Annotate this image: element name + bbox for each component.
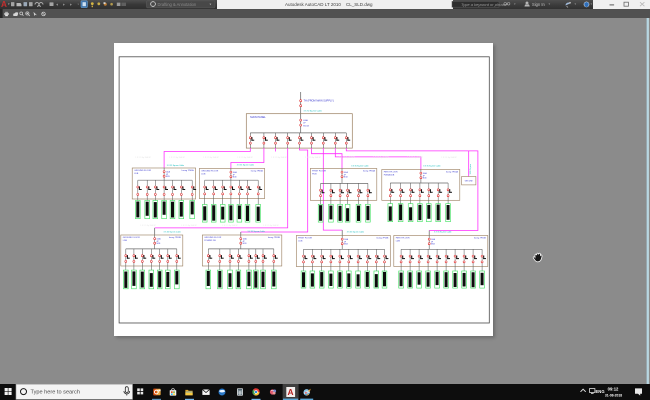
svg-text:POWER DB: POWER DB	[204, 239, 216, 241]
svg-text:LDB: LDB	[122, 239, 127, 241]
svg-text:FIRST FLOOR: FIRST FLOOR	[395, 237, 409, 239]
svg-text:MCB: MCB	[343, 176, 348, 178]
svg-text:1 X 2.5 Sq 20A SP: 1 X 2.5 Sq 20A SP	[407, 155, 423, 158]
svg-text:MCB: MCB	[344, 243, 349, 245]
svg-text:FDB/ACDB: FDB/ACDB	[383, 173, 394, 176]
svg-text:Drafting & Annotation: Drafting & Annotation	[158, 2, 197, 7]
svg-text:A: A	[1, 0, 7, 9]
svg-text:FIRST FLOOR: FIRST FLOOR	[298, 237, 312, 239]
svg-text:1 X 2.5 Sq 20A SP: 1 X 2.5 Sq 20A SP	[263, 223, 279, 226]
svg-text:400A: 400A	[303, 119, 308, 122]
svg-text:LDB: LDB	[298, 240, 303, 242]
svg-text:1 X 2.5 Sq 20A SP: 1 X 2.5 Sq 20A SP	[339, 155, 355, 158]
svg-text:Incmg 7P63B: Incmg 7P63B	[169, 237, 182, 239]
svg-text:ENG: ENG	[596, 389, 605, 394]
svg-text:1 X 2.5 Sq 20A SP: 1 X 2.5 Sq 20A SP	[181, 223, 197, 226]
svg-text:MCB: MCB	[156, 243, 161, 245]
svg-text:3 X 70 Sq.mm Cable: 3 X 70 Sq.mm Cable	[303, 110, 322, 112]
svg-text:Incmg 7P63A: Incmg 7P63A	[446, 170, 459, 173]
svg-text:GROUND FLOOR: GROUND FLOOR	[122, 237, 139, 239]
svg-text:FIRST FLOOR: FIRST FLOOR	[383, 171, 397, 173]
svg-text:Incmg 7P63B: Incmg 7P63B	[474, 237, 487, 239]
svg-text:Type here to search: Type here to search	[31, 390, 80, 396]
svg-text:Incmg 7P63A: Incmg 7P63A	[363, 169, 376, 172]
svg-text:3 X 35 Sq.mm Cable: 3 X 35 Sq.mm Cable	[434, 231, 451, 233]
svg-text:MCB: MCB	[166, 176, 171, 178]
svg-text:GROUND FLOOR: GROUND FLOOR	[134, 170, 151, 172]
svg-text:MCB: MCB	[232, 176, 237, 178]
svg-text:1 X 2.5 Sq 20A SP: 1 X 2.5 Sq 20A SP	[441, 155, 457, 158]
svg-text:3 X 35 Sq.mm Cable: 3 X 35 Sq.mm Cable	[236, 164, 253, 166]
svg-text:A: A	[288, 387, 294, 397]
svg-text:1 X 2.5 Sq 20A SP: 1 X 2.5 Sq 20A SP	[222, 223, 238, 226]
svg-text:3 X 35 Sq.mm Cable: 3 X 35 Sq.mm Cable	[351, 165, 368, 167]
svg-text:MCCB: MCCB	[303, 125, 309, 127]
svg-text:1 X 2.5 Sq 20A SP: 1 X 2.5 Sq 20A SP	[140, 223, 156, 226]
svg-text:Sign In: Sign In	[532, 2, 545, 7]
svg-text:1 X 2.5 Sq 20A SP: 1 X 2.5 Sq 20A SP	[203, 155, 219, 158]
svg-text:MAIN PANEL: MAIN PANEL	[250, 115, 266, 119]
svg-text:LDB: LDB	[395, 240, 400, 242]
svg-text:GROUND FLOOR: GROUND FLOOR	[204, 237, 221, 239]
svg-text:1 X 2.5 Sq 20A SP: 1 X 2.5 Sq 20A SP	[169, 155, 185, 158]
svg-text:Incmg 7P63B: Incmg 7P63B	[268, 237, 281, 239]
svg-text:GROUND FLOOR: GROUND FLOOR	[201, 170, 218, 172]
svg-text:1X35 Sq.mm: 1X35 Sq.mm	[470, 163, 472, 174]
svg-text:LDB: LDB	[134, 172, 139, 174]
svg-text:CL_SLD.dwg: CL_SLD.dwg	[346, 2, 373, 7]
svg-text:3 X 35 Sq.mm Cable: 3 X 35 Sq.mm Cable	[346, 231, 363, 233]
svg-text:1 X 2.5 Sq 20A SP: 1 X 2.5 Sq 20A SP	[373, 155, 389, 158]
svg-text:FIRST FLOOR: FIRST FLOOR	[312, 170, 326, 172]
svg-text:3 X 35 Sq.mm Cable: 3 X 35 Sq.mm Cable	[247, 231, 264, 233]
svg-text:Autodesk AutoCAD LT 2010: Autodesk AutoCAD LT 2010	[285, 2, 341, 7]
svg-text:3 X 35 Sq.mm Cable: 3 X 35 Sq.mm Cable	[166, 165, 183, 167]
svg-text:1 X 2.5 Sq 20A SP: 1 X 2.5 Sq 20A SP	[305, 155, 321, 158]
svg-text:LDB: LDB	[201, 173, 206, 175]
svg-text:GEN LINE: GEN LINE	[464, 180, 473, 182]
svg-text:Incmg 7P63A: Incmg 7P63A	[250, 169, 263, 172]
svg-text:31-08-2018: 31-08-2018	[605, 394, 622, 398]
svg-text:Incmg 7P63A: Incmg 7P63A	[181, 169, 194, 172]
svg-text:3 X 35 Sq.mm Cable: 3 X 35 Sq.mm Cable	[163, 231, 180, 233]
svg-text:Type a keyword or phrase: Type a keyword or phrase	[461, 2, 508, 7]
svg-text:1 X 2.5 Sq 20A SP: 1 X 2.5 Sq 20A SP	[237, 155, 253, 158]
svg-text:3 X 35 Sq.mm Cable: 3 X 35 Sq.mm Cable	[423, 165, 440, 167]
svg-text:MCB: MCB	[242, 243, 247, 245]
svg-text:Incmg 7P63B: Incmg 7P63B	[376, 237, 389, 239]
svg-text:09:12: 09:12	[608, 387, 619, 392]
svg-text:1 X 2.5 Sq 20A SP: 1 X 2.5 Sq 20A SP	[271, 155, 287, 158]
svg-text:TH (FROM MAIN SUPPLY): TH (FROM MAIN SUPPLY)	[303, 99, 333, 102]
svg-text:MCB: MCB	[422, 177, 427, 179]
svg-text:1 X 2.5 Sq 20A SP: 1 X 2.5 Sq 20A SP	[135, 155, 151, 158]
svg-text:FDB: FDB	[312, 173, 317, 175]
svg-text:MCB: MCB	[431, 243, 436, 245]
